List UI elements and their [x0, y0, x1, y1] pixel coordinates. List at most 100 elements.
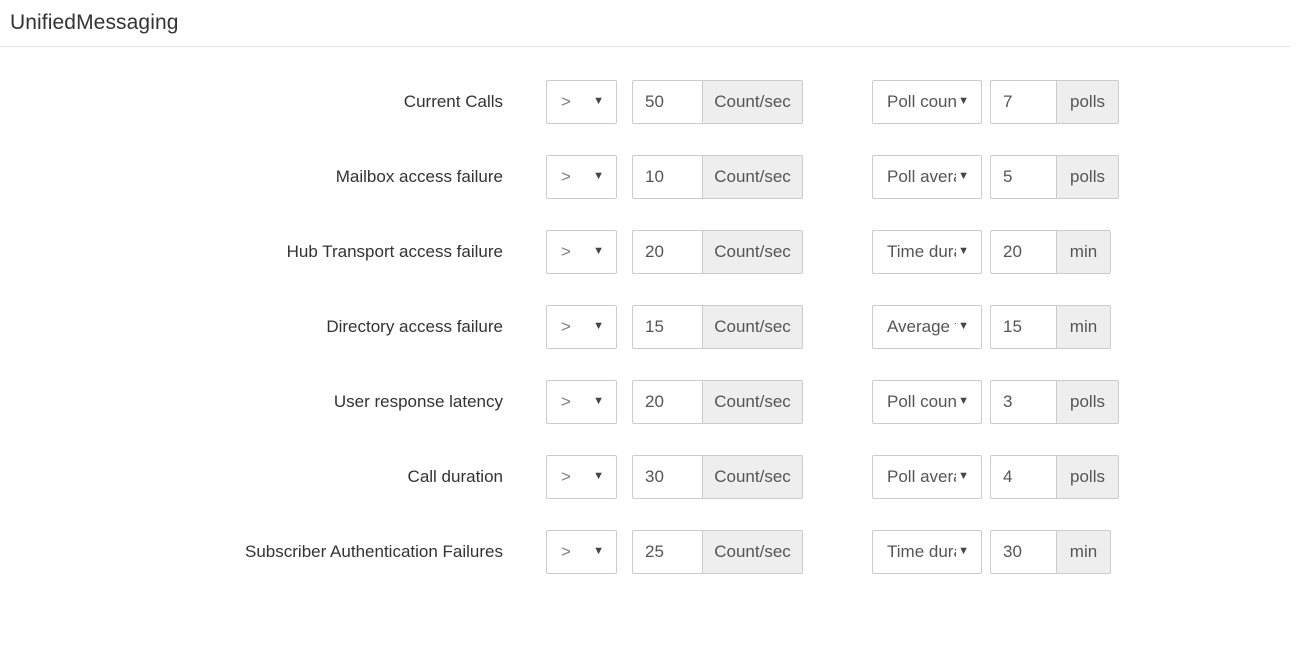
rearm-value-input[interactable]: 5: [990, 154, 1056, 199]
operator-select[interactable]: > ▼: [546, 154, 617, 199]
operator-select[interactable]: > ▼: [546, 229, 617, 274]
threshold-input-group: 20 Count/sec: [632, 229, 803, 274]
metric-label: Hub Transport access failure: [286, 241, 503, 261]
rearm-type-column: Time duration ▼: [803, 229, 982, 274]
rearm-value-input[interactable]: 3: [990, 379, 1056, 424]
rearm-value-input[interactable]: 15: [990, 304, 1056, 349]
threshold-column: 25 Count/sec: [617, 529, 803, 574]
threshold-column: 15 Count/sec: [617, 304, 803, 349]
table-row: Current Calls > ▼ 50 Count/sec Poll coun…: [0, 64, 1299, 139]
threshold-input[interactable]: 50: [632, 79, 702, 124]
rearm-type-select-value: Poll count: [887, 391, 957, 411]
operator-column: > ▼: [503, 304, 617, 349]
threshold-unit-addon: Count/sec: [702, 229, 803, 274]
threshold-unit-addon: Count/sec: [702, 79, 803, 124]
rearm-type-column: Poll average ▼: [803, 154, 982, 199]
rearm-type-select-value: Average time: [887, 316, 956, 336]
threshold-column: 20 Count/sec: [617, 379, 803, 424]
threshold-unit-addon: Count/sec: [702, 154, 803, 199]
threshold-settings-form: Current Calls > ▼ 50 Count/sec Poll coun…: [0, 47, 1299, 589]
rearm-unit-addon: min: [1056, 304, 1111, 349]
operator-select[interactable]: > ▼: [546, 304, 617, 349]
metric-label: Call duration: [407, 466, 503, 486]
rearm-input-group: 3 polls: [990, 379, 1119, 424]
operator-column: > ▼: [503, 229, 617, 274]
rearm-type-select[interactable]: Poll count ▼: [872, 379, 982, 424]
page-header: UnifiedMessaging: [0, 0, 1290, 47]
rearm-unit-addon: min: [1056, 229, 1111, 274]
operator-select-value: >: [561, 541, 571, 561]
rearm-type-column: Poll count ▼: [803, 379, 982, 424]
rearm-type-select-value: Time duration: [887, 241, 956, 261]
operator-select-value: >: [561, 391, 571, 411]
rearm-value-column: 7 polls: [982, 79, 1119, 124]
rearm-type-select-value: Poll average: [887, 166, 956, 186]
table-row: Mailbox access failure > ▼ 10 Count/sec …: [0, 139, 1299, 214]
rearm-unit-addon: min: [1056, 529, 1111, 574]
rearm-unit-addon: polls: [1056, 79, 1119, 124]
rearm-type-select[interactable]: Poll average ▼: [872, 154, 982, 199]
rearm-type-column: Time duration ▼: [803, 529, 982, 574]
chevron-down-icon: ▼: [593, 170, 604, 182]
rearm-type-select[interactable]: Poll average ▼: [872, 454, 982, 499]
rearm-unit-addon: polls: [1056, 154, 1119, 199]
rearm-value-column: 20 min: [982, 229, 1111, 274]
rearm-value-input[interactable]: 4: [990, 454, 1056, 499]
threshold-input[interactable]: 30: [632, 454, 702, 499]
rearm-type-select-value: Poll average: [887, 466, 956, 486]
operator-select-value: >: [561, 166, 571, 186]
rearm-value-column: 4 polls: [982, 454, 1119, 499]
operator-select[interactable]: > ▼: [546, 79, 617, 124]
rearm-type-column: Poll count ▼: [803, 79, 982, 124]
rearm-value-input[interactable]: 20: [990, 229, 1056, 274]
chevron-down-icon: ▼: [958, 170, 969, 182]
operator-select[interactable]: > ▼: [546, 529, 617, 574]
operator-select[interactable]: > ▼: [546, 379, 617, 424]
threshold-unit-addon: Count/sec: [702, 454, 803, 499]
chevron-down-icon: ▼: [593, 470, 604, 482]
rearm-type-select[interactable]: Time duration ▼: [872, 229, 982, 274]
threshold-input[interactable]: 10: [632, 154, 702, 199]
metric-label: Subscriber Authentication Failures: [245, 541, 503, 561]
rearm-input-group: 20 min: [990, 229, 1111, 274]
rearm-type-select[interactable]: Time duration ▼: [872, 529, 982, 574]
operator-column: > ▼: [503, 379, 617, 424]
threshold-column: 50 Count/sec: [617, 79, 803, 124]
metric-label: Directory access failure: [326, 316, 503, 336]
rearm-input-group: 5 polls: [990, 154, 1119, 199]
chevron-down-icon: ▼: [958, 320, 969, 332]
rearm-unit-addon: polls: [1056, 454, 1119, 499]
rearm-unit-addon: polls: [1056, 379, 1119, 424]
page-title: UnifiedMessaging: [10, 11, 179, 34]
rearm-value-input[interactable]: 7: [990, 79, 1056, 124]
rearm-type-column: Poll average ▼: [803, 454, 982, 499]
rearm-value-column: 30 min: [982, 529, 1111, 574]
threshold-input-group: 15 Count/sec: [632, 304, 803, 349]
rearm-input-group: 7 polls: [990, 79, 1119, 124]
rearm-type-select-value: Time duration: [887, 541, 956, 561]
table-row: Subscriber Authentication Failures > ▼ 2…: [0, 514, 1299, 589]
chevron-down-icon: ▼: [593, 95, 604, 107]
rearm-type-column: Average time ▼: [803, 304, 982, 349]
rearm-type-select[interactable]: Poll count ▼: [872, 79, 982, 124]
rearm-type-select[interactable]: Average time ▼: [872, 304, 982, 349]
chevron-down-icon: ▼: [958, 545, 969, 557]
operator-select[interactable]: > ▼: [546, 454, 617, 499]
rearm-value-column: 3 polls: [982, 379, 1119, 424]
operator-column: > ▼: [503, 79, 617, 124]
operator-column: > ▼: [503, 154, 617, 199]
operator-select-value: >: [561, 316, 571, 336]
rearm-input-group: 15 min: [990, 304, 1111, 349]
threshold-input[interactable]: 25: [632, 529, 702, 574]
table-row: Directory access failure > ▼ 15 Count/se…: [0, 289, 1299, 364]
rearm-value-input[interactable]: 30: [990, 529, 1056, 574]
threshold-input[interactable]: 20: [632, 229, 702, 274]
chevron-down-icon: ▼: [958, 95, 969, 107]
threshold-input[interactable]: 20: [632, 379, 702, 424]
threshold-input[interactable]: 15: [632, 304, 702, 349]
chevron-down-icon: ▼: [593, 545, 604, 557]
chevron-down-icon: ▼: [958, 245, 969, 257]
threshold-input-group: 25 Count/sec: [632, 529, 803, 574]
metric-label: User response latency: [333, 391, 503, 411]
threshold-unit-addon: Count/sec: [702, 304, 803, 349]
